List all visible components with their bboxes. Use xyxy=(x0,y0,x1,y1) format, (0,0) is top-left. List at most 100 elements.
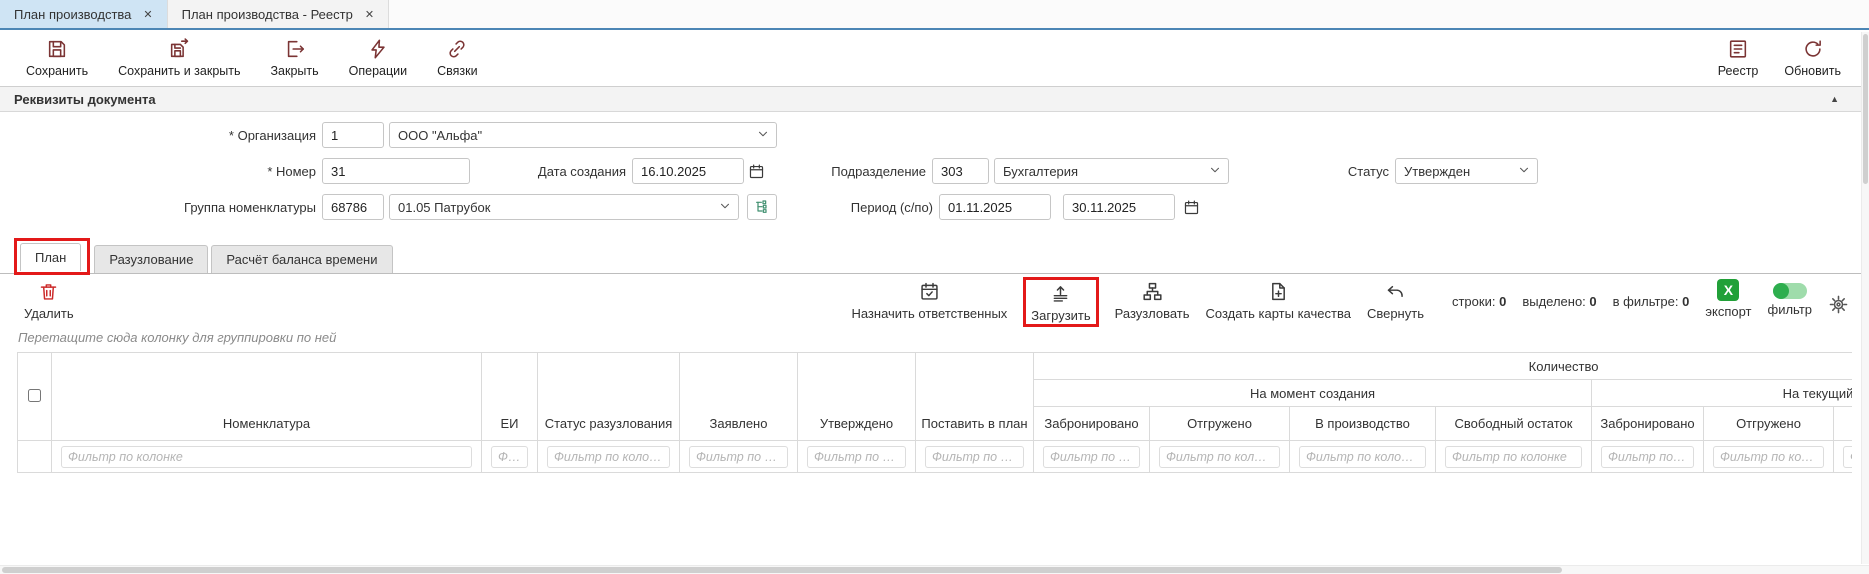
tab-time-balance[interactable]: Расчёт баланса времени xyxy=(211,245,392,273)
save-and-close-button[interactable]: Сохранить и закрыть xyxy=(118,37,240,78)
filter-input-unit[interactable] xyxy=(491,446,528,468)
column-header-approved[interactable]: Утверждено xyxy=(798,353,916,441)
requisites-section-header[interactable]: Реквизиты документа ▲ xyxy=(0,86,1869,112)
column-header-in-production-on-creation[interactable]: В производство xyxy=(1290,407,1436,441)
period-from-input[interactable] xyxy=(939,194,1051,220)
settings-gear-icon[interactable] xyxy=(1828,294,1849,318)
column-header-shipped-current[interactable]: Отгружено xyxy=(1704,407,1834,441)
vertical-scrollbar[interactable] xyxy=(1861,32,1869,564)
filter-toggle-label: фильтр xyxy=(1768,302,1812,317)
window-tab-bar: План производства ✕ План производства - … xyxy=(0,0,1869,30)
chevron-down-icon xyxy=(718,199,732,216)
filter-toggle-button[interactable]: фильтр xyxy=(1768,279,1812,317)
column-header-in-production-current[interactable]: В производство xyxy=(1834,407,1853,441)
filter-input-nomenclature[interactable] xyxy=(61,446,472,468)
column-header-free-balance-on-creation[interactable]: Свободный остаток xyxy=(1436,407,1592,441)
refresh-button[interactable]: Обновить xyxy=(1784,37,1841,78)
exit-door-icon xyxy=(284,37,306,61)
column-header-put-in-plan[interactable]: Поставить в план xyxy=(916,353,1034,441)
calendar-icon[interactable] xyxy=(748,158,765,184)
links-label: Связки xyxy=(437,64,477,78)
status-select[interactable]: Утвержден xyxy=(1395,158,1538,184)
period-to-input[interactable] xyxy=(1063,194,1175,220)
nomenclature-group-code-input[interactable] xyxy=(322,194,384,220)
column-header-unit[interactable]: ЕИ xyxy=(482,353,538,441)
filter-input-put-in-plan[interactable] xyxy=(925,446,1024,468)
load-button[interactable]: Загрузить xyxy=(1031,281,1090,323)
delete-button[interactable]: Удалить xyxy=(24,279,74,321)
organization-select[interactable]: ООО "Альфа" xyxy=(389,122,777,148)
load-label: Загрузить xyxy=(1031,308,1090,323)
created-date-label: Дата создания xyxy=(470,164,626,179)
app-window: План производства ✕ План производства - … xyxy=(0,0,1869,574)
column-group-quantity: Количество xyxy=(1034,353,1853,380)
collapse-rows-button[interactable]: Свернуть xyxy=(1367,279,1424,321)
column-header-reserved-on-creation[interactable]: Забронировано xyxy=(1034,407,1150,441)
undo-arrow-icon xyxy=(1385,279,1406,303)
group-by-drop-zone[interactable]: Перетащите сюда колонку для группировки … xyxy=(0,324,1869,352)
column-header-nomenclature[interactable]: Номенклатура xyxy=(52,353,482,441)
department-code-input[interactable] xyxy=(932,158,989,184)
filter-input-reserved-on-creation[interactable] xyxy=(1043,446,1140,468)
plan-grid: Номенклатура ЕИ Статус разузлования Заяв… xyxy=(17,352,1852,473)
registry-button[interactable]: Реестр xyxy=(1718,37,1759,78)
created-date-input[interactable] xyxy=(632,158,744,184)
number-label: * Номер xyxy=(0,164,316,179)
toggle-knob xyxy=(1773,283,1789,299)
collapse-rows-label: Свернуть xyxy=(1367,306,1424,321)
filter-input-in-production-on-creation[interactable] xyxy=(1299,446,1426,468)
links-button[interactable]: Связки xyxy=(437,37,477,78)
create-quality-cards-button[interactable]: Создать карты качества xyxy=(1206,279,1351,321)
save-button[interactable]: Сохранить xyxy=(26,37,88,78)
assign-responsible-button[interactable]: Назначить ответственных xyxy=(851,279,1007,321)
column-header-shipped-on-creation[interactable]: Отгружено xyxy=(1150,407,1290,441)
export-excel-button[interactable]: X экспорт xyxy=(1705,279,1751,319)
filter-input-explosion-status[interactable] xyxy=(547,446,670,468)
document-tab-bar: План Разузлование Расчёт баланса времени xyxy=(0,234,1869,274)
toggle-switch-icon[interactable] xyxy=(1773,283,1807,299)
trash-icon xyxy=(38,279,59,303)
operations-button[interactable]: Операции xyxy=(349,37,407,78)
rows-counter: строки: 0 xyxy=(1452,294,1506,309)
filter-input-free-balance-on-creation[interactable] xyxy=(1445,446,1582,468)
tab-explosion[interactable]: Разузлование xyxy=(94,245,208,273)
filter-input-declared[interactable] xyxy=(689,446,788,468)
close-tab-icon[interactable]: ✕ xyxy=(143,8,152,21)
column-header-declared[interactable]: Заявлено xyxy=(680,353,798,441)
filter-input-shipped-on-creation[interactable] xyxy=(1159,446,1280,468)
calendar-icon[interactable] xyxy=(1183,194,1200,220)
filter-input-shipped-current[interactable] xyxy=(1713,446,1824,468)
window-tab-production-plan[interactable]: План производства ✕ xyxy=(0,0,168,28)
horizontal-scrollbar-thumb[interactable] xyxy=(2,567,1562,573)
filter-cell-empty xyxy=(18,441,52,473)
window-tab-label: План производства - Реестр xyxy=(182,7,353,22)
explode-button[interactable]: Разузловать xyxy=(1115,279,1190,321)
tab-plan[interactable]: План xyxy=(20,243,81,271)
filter-input-in-production-current[interactable] xyxy=(1843,446,1852,468)
column-header-reserved-current[interactable]: Забронировано xyxy=(1592,407,1704,441)
row-counters: строки: 0 выделено: 0 в фильтре: 0 xyxy=(1452,279,1689,323)
select-all-checkbox[interactable] xyxy=(28,389,41,402)
number-input[interactable] xyxy=(322,158,470,184)
delete-label: Удалить xyxy=(24,306,74,321)
filter-input-reserved-current[interactable] xyxy=(1601,446,1694,468)
upload-icon xyxy=(1050,281,1071,305)
close-button[interactable]: Закрыть xyxy=(271,37,319,78)
registry-label: Реестр xyxy=(1718,64,1759,78)
column-header-explosion-status[interactable]: Статус разузлования xyxy=(538,353,680,441)
save-icon xyxy=(46,37,68,61)
tab-plan-label: План xyxy=(35,250,66,265)
window-tab-production-plan-registry[interactable]: План производства - Реестр ✕ xyxy=(168,0,389,28)
hierarchy-tree-button[interactable] xyxy=(747,194,777,220)
department-select[interactable]: Бухгалтерия xyxy=(994,158,1229,184)
nomenclature-group-select[interactable]: 01.05 Патрубок xyxy=(389,194,739,220)
organization-code-input[interactable] xyxy=(322,122,384,148)
close-tab-icon[interactable]: ✕ xyxy=(365,8,374,21)
collapse-section-icon[interactable]: ▲ xyxy=(1830,94,1839,104)
filter-input-approved[interactable] xyxy=(807,446,906,468)
window-tab-label: План производства xyxy=(14,7,131,22)
select-all-cell xyxy=(18,353,52,441)
status-select-value: Утвержден xyxy=(1404,164,1517,179)
vertical-scrollbar-thumb[interactable] xyxy=(1863,34,1868,184)
horizontal-scrollbar[interactable] xyxy=(0,565,1869,574)
